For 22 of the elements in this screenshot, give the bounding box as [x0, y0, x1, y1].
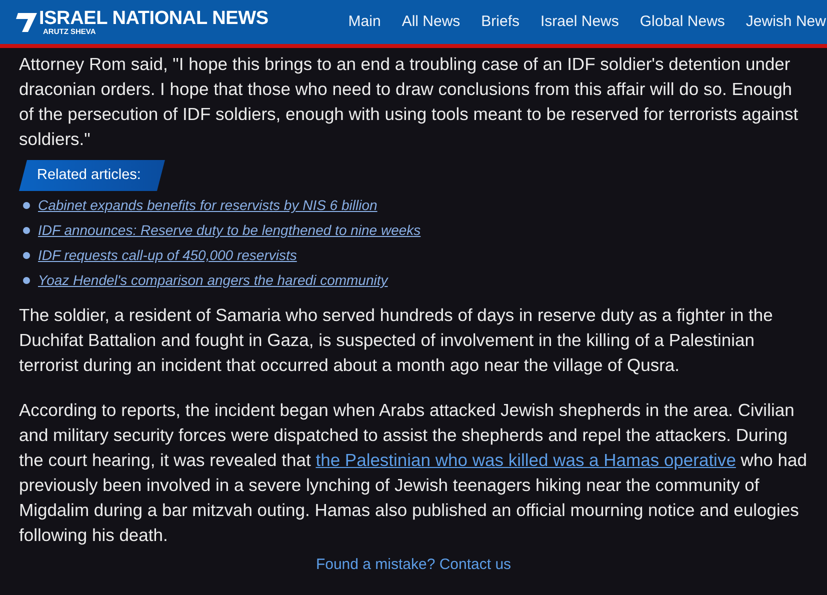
logo-icon: [16, 11, 38, 33]
related-article-link[interactable]: Yoaz Hendel's comparison angers the haredi community: [38, 268, 388, 293]
bullet-icon: [23, 227, 30, 234]
nav-link[interactable]: All News: [402, 10, 460, 34]
site-title: ISRAEL NATIONAL NEWS: [39, 8, 268, 28]
related-article-link[interactable]: IDF announces: Reserve duty to be lengthened to nine weeks: [38, 218, 421, 243]
nav-link[interactable]: Briefs: [481, 10, 520, 34]
article-paragraph: According to reports, the incident began when Arabs attacked Jewish shepherds in the area. Civilian and military security forces were dispatched to assist the shepherds and repel the attackers. During the court hearing, it was revealed that the Palestinian who was killed was a Hamas operative who had previously been involved in a severe lynching of Jewish teenagers hiking near the community of Migdalim during a bar mitzvah outing. Hamas also published an official mourning notice and eulogies following his death.: [19, 399, 808, 547]
nav-link[interactable]: Jewish New: [746, 10, 826, 34]
article-link[interactable]: the Palestinian who was killed was a Hamas operative: [316, 450, 736, 470]
nav-link[interactable]: Main: [348, 10, 381, 34]
article-paragraph: Attorney Rom said, "I hope this brings to an end a troubling case of an IDF soldier's detention under draconian orders. I hope that those who need to draw conclusions from this affair will do so. Enough of the persecution of IDF soldiers, enough with using tools meant to be reserved for terrorists against soldiers.": [19, 53, 800, 151]
related-article-link[interactable]: IDF requests call-up of 450,000 reservists: [38, 243, 297, 268]
contact-link[interactable]: Found a mistake? Contact us: [316, 556, 512, 573]
bullet-icon: [23, 202, 30, 209]
article-paragraph: The soldier, a resident of Samaria who served hundreds of days in reserve duty as a fighter in the Duchifat Battalion and fought in Gaza, is suspected of involvement in the killing of a Palestinian terrorist during an incident that occurred about a month ago near the village of Qusra.: [19, 304, 774, 377]
bullet-icon: [23, 252, 30, 259]
related-article-link[interactable]: Cabinet expands benefits for reservists by NIS 6 billion: [38, 193, 378, 218]
bullet-icon: [23, 277, 30, 284]
related-articles-tag: Related articles:: [19, 160, 165, 191]
nav-link[interactable]: Global News: [640, 10, 725, 34]
nav-link[interactable]: Israel News: [540, 10, 619, 34]
